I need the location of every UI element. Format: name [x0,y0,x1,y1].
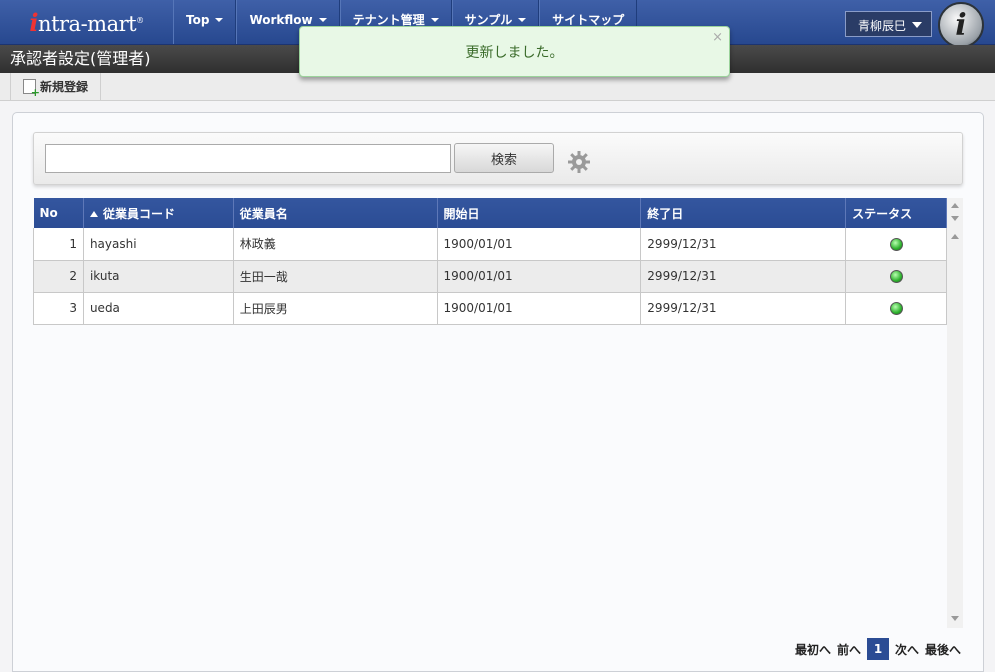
search-input[interactable] [45,144,451,173]
col-header-status[interactable]: ステータス [845,198,947,228]
table-row[interactable]: 2 ikuta 生田一哉 1900/01/01 2999/12/31 [33,260,947,293]
cell-end-date: 2999/12/31 [640,260,847,293]
pager-next[interactable]: 次へ [895,641,919,658]
chevron-down-icon [318,18,327,22]
chevron-down-icon [518,18,527,22]
cell-start-date: 1900/01/01 [437,228,642,261]
cell-status [845,228,947,261]
chevron-down-icon [430,18,439,22]
cell-employee-code: ueda [83,292,234,325]
col-header-no[interactable]: No [33,198,84,228]
table-header-row: No 従業員コード 従業員名 開始日 終了日 ステータス [33,198,947,228]
info-icon[interactable]: i [938,2,984,48]
logo-text: intra-mart® [29,7,144,37]
toolbar: 新規登録 [0,73,995,101]
search-button[interactable]: 検索 [454,143,554,173]
table-row[interactable]: 3 ueda 上田辰男 1900/01/01 2999/12/31 [33,292,947,325]
cell-employee-name: 上田辰男 [233,292,438,325]
pager-current-page[interactable]: 1 [867,638,890,660]
cell-no: 2 [33,260,84,293]
approver-table: No 従業員コード 従業員名 開始日 終了日 ステータス 1 hayashi 林… [33,198,947,325]
pagination: 最初へ 前へ 1 次へ 最後へ [795,638,961,660]
close-icon[interactable]: × [712,30,723,45]
cell-start-date: 1900/01/01 [437,260,642,293]
toast-message: 更新しました。 [465,45,564,61]
user-menu-dropdown[interactable]: 青柳辰巳 [845,11,932,37]
cell-start-date: 1900/01/01 [437,292,642,325]
gear-icon[interactable] [567,150,591,174]
cell-employee-code: hayashi [83,228,234,261]
col-header-start-date[interactable]: 開始日 [437,198,642,228]
cell-no: 1 [33,228,84,261]
status-active-icon [889,302,903,315]
cell-employee-name: 林政義 [233,228,438,261]
cell-status [845,292,947,325]
scroll-up-icon[interactable] [951,203,959,208]
search-area: 検索 [33,132,963,185]
status-active-icon [889,237,903,251]
grid-scrollbar[interactable] [947,198,963,628]
new-document-icon [23,79,40,98]
pager-first[interactable]: 最初へ [795,641,831,658]
nav-item-top[interactable]: Top [173,0,237,44]
pager-prev[interactable]: 前へ [837,641,861,658]
status-active-icon [889,270,903,283]
cell-employee-name: 生田一哉 [233,260,438,293]
new-register-label: 新規登録 [40,80,89,94]
content-panel [12,112,984,672]
cell-employee-code: ikuta [83,260,234,293]
table-row[interactable]: 1 hayashi 林政義 1900/01/01 2999/12/31 [33,228,947,261]
pager-last[interactable]: 最後へ [925,641,961,658]
success-toast: 更新しました。 × [299,26,730,77]
chevron-down-icon [215,18,224,22]
cell-end-date: 2999/12/31 [640,228,847,261]
sort-ascending-icon [89,210,98,217]
col-header-employee-name[interactable]: 従業員名 [233,198,438,228]
scroll-down-icon[interactable] [951,616,959,621]
chevron-down-icon [912,22,922,28]
cell-no: 3 [33,292,84,325]
new-register-button[interactable]: 新規登録 [10,73,102,100]
intra-mart-logo[interactable]: intra-mart® [0,0,173,44]
col-header-end-date[interactable]: 終了日 [640,198,847,228]
scroll-up-icon[interactable] [951,234,959,239]
cell-status [845,260,947,293]
col-header-employee-code[interactable]: 従業員コード [83,198,234,228]
user-name: 青柳辰巳 [858,19,907,33]
cell-end-date: 2999/12/31 [640,292,847,325]
scroll-down-icon[interactable] [951,216,959,221]
